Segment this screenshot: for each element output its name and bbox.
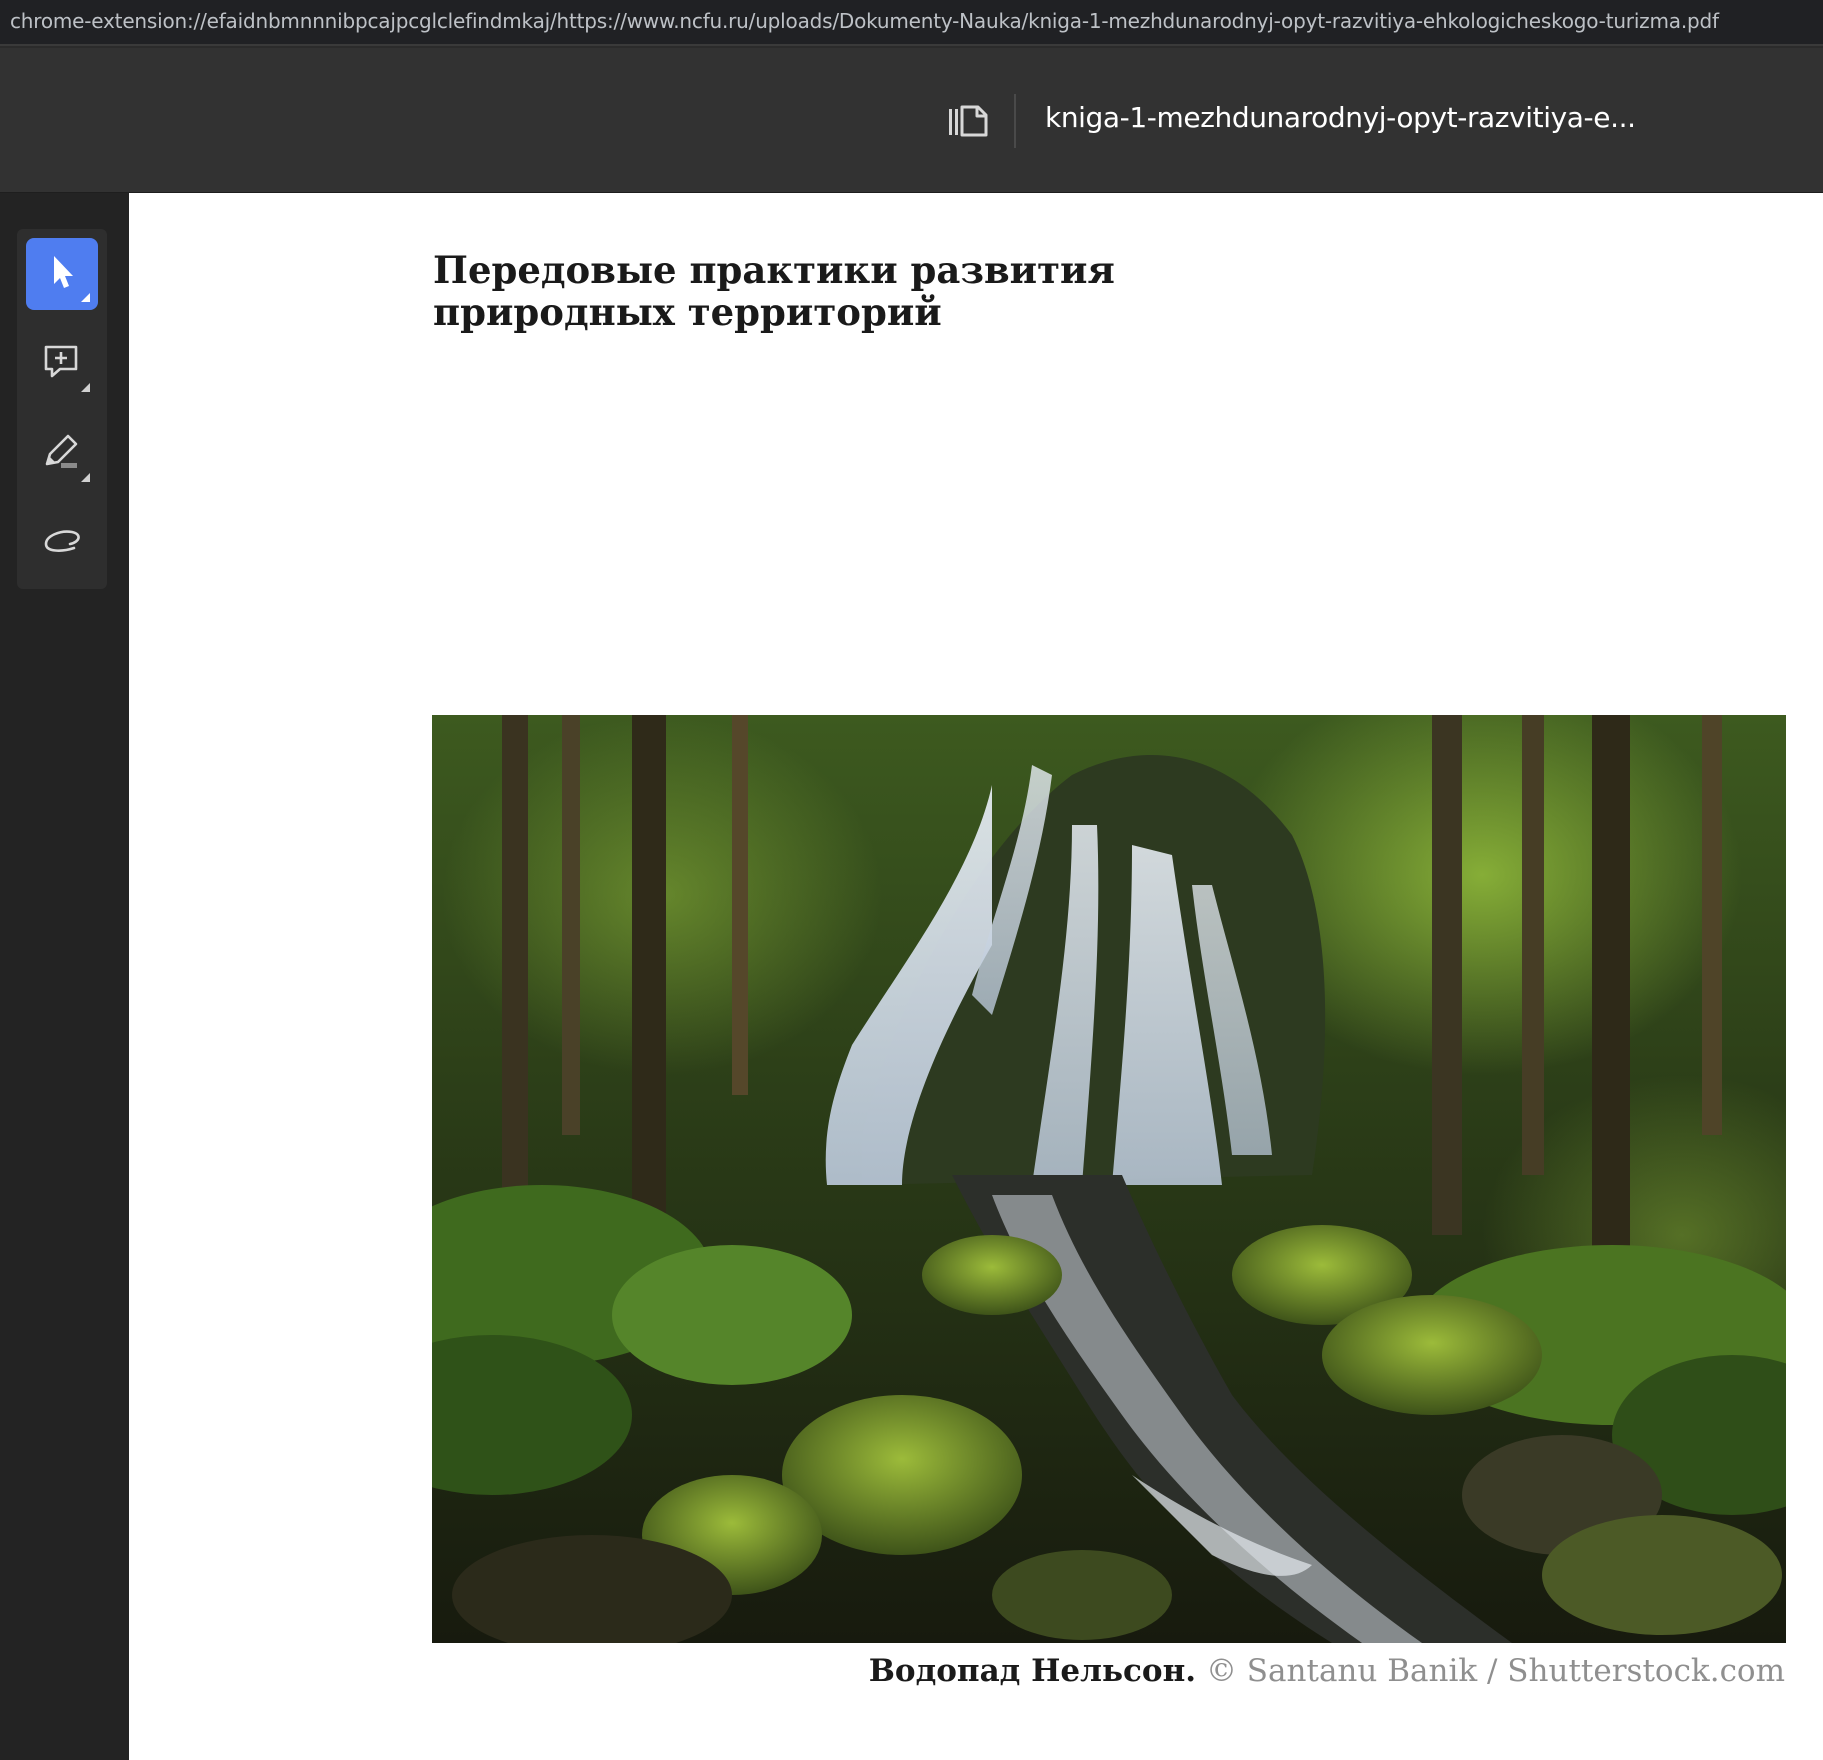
tool-rail — [0, 193, 129, 1760]
add-comment-icon — [42, 342, 82, 386]
quick-tools-group — [17, 229, 107, 589]
waterfall-photo — [432, 715, 1786, 1643]
freehand-tool-button[interactable] — [26, 508, 98, 580]
heading-line-1: Передовые практики развития — [433, 248, 1115, 292]
submenu-indicator-icon — [81, 383, 90, 392]
viewer-toolbar: kniga-1-mezhdunarodnyj-opyt-razvitiya-e.… — [0, 48, 1823, 193]
pdf-page: Передовые практики развития природных те… — [129, 193, 1823, 1760]
freehand-lasso-icon — [40, 522, 84, 566]
submenu-indicator-icon — [81, 293, 90, 302]
draw-tool-button[interactable] — [26, 418, 98, 490]
document-title: kniga-1-mezhdunarodnyj-opyt-razvitiya-e.… — [1045, 101, 1636, 134]
cursor-icon — [45, 252, 79, 296]
address-bar[interactable]: chrome-extension://efaidnbmnnnibpcajpcgl… — [0, 0, 1823, 46]
photo-caption: Водопад Нельсон. © Santanu Banik / Shutt… — [869, 1653, 1785, 1689]
heading-line-2: природных территорий — [433, 290, 942, 334]
draw-pencil-icon — [41, 432, 83, 476]
toolbar-divider — [1014, 94, 1016, 148]
select-tool-button[interactable] — [26, 238, 98, 310]
add-comment-tool-button[interactable] — [26, 328, 98, 400]
submenu-indicator-icon — [81, 473, 90, 482]
document-panels-icon[interactable] — [944, 98, 994, 144]
url-text[interactable]: chrome-extension://efaidnbmnnnibpcajpcgl… — [10, 9, 1813, 33]
caption-credit: © Santanu Banik / Shutterstock.com — [1196, 1653, 1785, 1689]
page-heading: Передовые практики развития природных те… — [433, 249, 1233, 333]
caption-title: Водопад Нельсон. — [868, 1653, 1197, 1689]
